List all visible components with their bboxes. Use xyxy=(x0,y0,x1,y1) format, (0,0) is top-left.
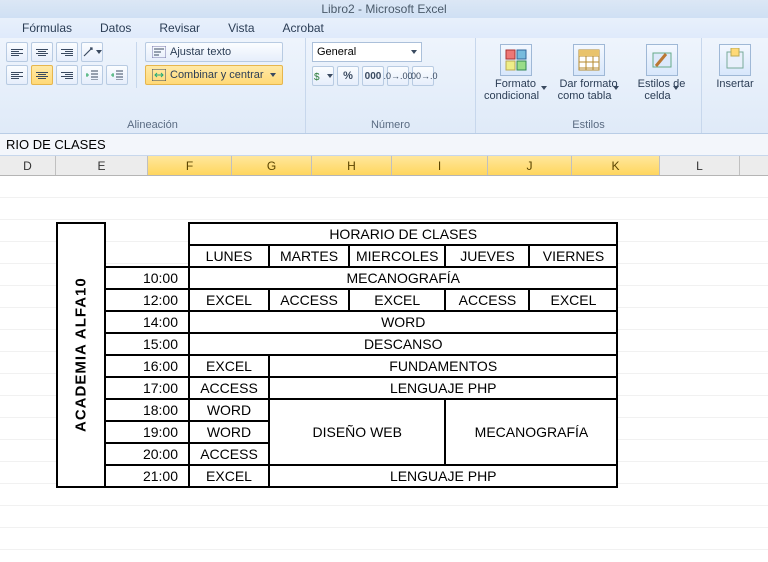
col-header-E[interactable]: E xyxy=(56,156,148,175)
increase-indent-icon xyxy=(111,70,123,80)
ribbon: Ajustar texto Combinar y centrar Alineac… xyxy=(0,38,768,134)
increase-decimal-button[interactable]: .0→.00 xyxy=(387,66,409,86)
day-miercoles: MIERCOLES xyxy=(349,245,445,267)
wrap-text-icon xyxy=(152,46,166,58)
group-label-styles: Estilos xyxy=(482,117,695,131)
separator xyxy=(136,42,137,88)
orientation-button[interactable] xyxy=(81,42,103,62)
merge-center-icon xyxy=(152,69,166,81)
number-format-combo[interactable]: General xyxy=(312,42,422,62)
svg-text:$: $ xyxy=(314,72,320,82)
day-viernes: VIERNES xyxy=(529,245,617,267)
col-header-G[interactable]: G xyxy=(232,156,312,175)
decrease-indent-icon xyxy=(86,70,98,80)
ribbon-group-alignment: Ajustar texto Combinar y centrar Alineac… xyxy=(0,38,306,133)
group-label-number: Número xyxy=(312,117,469,131)
align-left-button[interactable] xyxy=(6,65,28,85)
tab-formulas[interactable]: Fórmulas xyxy=(22,21,72,35)
wrap-text-button[interactable]: Ajustar texto xyxy=(145,42,283,62)
conditional-formatting-button[interactable]: Formato condicional xyxy=(482,42,549,104)
table-row: 12:00 EXCEL ACCESS EXCEL ACCESS EXCEL xyxy=(57,289,617,311)
tab-vista[interactable]: Vista xyxy=(228,21,254,35)
day-jueves: JUEVES xyxy=(445,245,529,267)
orientation-icon xyxy=(82,46,94,58)
wrap-text-label: Ajustar texto xyxy=(170,46,231,58)
tab-acrobat[interactable]: Acrobat xyxy=(283,21,324,35)
cell-styles-button[interactable]: Estilos de celda xyxy=(628,42,695,104)
percent-button[interactable]: % xyxy=(337,66,359,86)
conditional-formatting-icon xyxy=(500,44,532,76)
comma-style-button[interactable]: 000 xyxy=(362,66,384,86)
table-row: 18:00 WORD DISEÑO WEB MECANOGRAFÍA xyxy=(57,399,617,421)
format-as-table-button[interactable]: Dar formato como tabla xyxy=(555,42,622,104)
insert-button[interactable]: Insertar xyxy=(708,42,762,92)
ribbon-group-styles: Formato condicional Dar formato como tab… xyxy=(476,38,702,133)
day-lunes: LUNES xyxy=(189,245,269,267)
table-row: 21:00 EXCEL LENGUAJE PHP xyxy=(57,465,617,487)
format-as-table-icon xyxy=(573,44,605,76)
col-header-J[interactable]: J xyxy=(488,156,572,175)
col-header-D[interactable]: D xyxy=(0,156,56,175)
align-center-button[interactable] xyxy=(31,65,53,85)
col-header-I[interactable]: I xyxy=(392,156,488,175)
decrease-decimal-button[interactable]: .00→.0 xyxy=(412,66,434,86)
col-header-K[interactable]: K xyxy=(572,156,660,175)
tab-revisar[interactable]: Revisar xyxy=(159,21,200,35)
merge-center-button[interactable]: Combinar y centrar xyxy=(145,65,283,85)
schedule-title: HORARIO DE CLASES xyxy=(189,223,617,245)
insert-icon xyxy=(719,44,751,76)
column-headers: D E F G H I J K L xyxy=(0,156,768,176)
conditional-formatting-label: Formato condicional xyxy=(484,78,539,102)
col-header-L[interactable]: L xyxy=(660,156,740,175)
tab-datos[interactable]: Datos xyxy=(100,21,131,35)
align-top-button[interactable] xyxy=(6,42,28,62)
table-row: 14:00 WORD xyxy=(57,311,617,333)
formula-bar-text: RIO DE CLASES xyxy=(6,137,106,152)
worksheet-area[interactable]: ACADEMIA ALFA10 HORARIO DE CLASES LUNES … xyxy=(0,176,768,562)
window-title: Libro2 - Microsoft Excel xyxy=(0,0,768,18)
formula-bar[interactable]: RIO DE CLASES xyxy=(0,134,768,156)
align-middle-button[interactable] xyxy=(31,42,53,62)
align-right-button[interactable] xyxy=(56,65,78,85)
currency-button[interactable]: $ xyxy=(312,66,334,86)
ribbon-group-number: General $ % 000 .0→.00 .00→.0 Número xyxy=(306,38,476,133)
col-header-F[interactable]: F xyxy=(148,156,232,175)
table-row: 17:00 ACCESS LENGUAJE PHP xyxy=(57,377,617,399)
schedule-table-wrap: ACADEMIA ALFA10 HORARIO DE CLASES LUNES … xyxy=(56,222,618,488)
insert-label: Insertar xyxy=(716,78,753,90)
align-bottom-button[interactable] xyxy=(56,42,78,62)
currency-icon: $ xyxy=(313,70,325,82)
col-header-H[interactable]: H xyxy=(312,156,392,175)
number-format-value: General xyxy=(317,46,356,58)
decrease-indent-button[interactable] xyxy=(81,65,103,85)
schedule-side-label: ACADEMIA ALFA10 xyxy=(57,223,105,487)
table-row: 15:00 DESCANSO xyxy=(57,333,617,355)
group-label-alignment: Alineación xyxy=(6,117,299,131)
table-row: 10:00 MECANOGRAFÍA xyxy=(57,267,617,289)
day-martes: MARTES xyxy=(269,245,349,267)
ribbon-group-cells: Insertar xyxy=(702,38,768,133)
table-row: 16:00 EXCEL FUNDAMENTOS xyxy=(57,355,617,377)
cell-styles-icon xyxy=(646,44,678,76)
format-as-table-label: Dar formato como tabla xyxy=(558,78,618,102)
schedule-table: ACADEMIA ALFA10 HORARIO DE CLASES LUNES … xyxy=(56,222,618,488)
merge-center-label: Combinar y centrar xyxy=(170,69,264,81)
menu-tabs: Fórmulas Datos Revisar Vista Acrobat xyxy=(0,18,768,38)
increase-indent-button[interactable] xyxy=(106,65,128,85)
chevron-down-icon xyxy=(270,73,276,77)
chevron-down-icon xyxy=(411,50,417,54)
